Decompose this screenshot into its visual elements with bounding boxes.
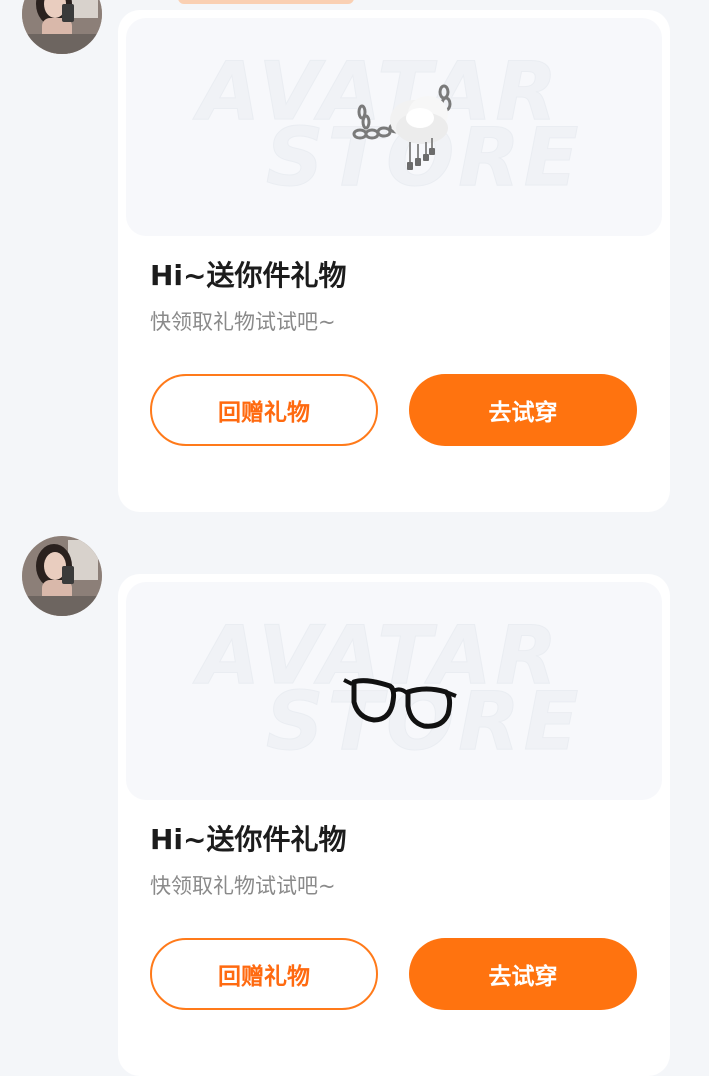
- chain-cloud-accessory-icon: [352, 84, 452, 170]
- card-title: Hi~送你件礼物: [150, 259, 347, 292]
- card-subtitle: 快领取礼物试试吧~: [150, 874, 336, 898]
- avatar[interactable]: [22, 0, 102, 54]
- previous-message-button-edge: [178, 0, 354, 4]
- black-glasses-icon: [343, 678, 457, 729]
- avatar[interactable]: [22, 536, 102, 616]
- avatar-photo: [22, 536, 102, 616]
- return-gift-button[interactable]: 回赠礼物: [150, 374, 378, 446]
- gift-preview: AVATAR STORE: [126, 582, 662, 800]
- gift-preview: AVATAR STORE: [126, 18, 662, 236]
- card-subtitle: 快领取礼物试试吧~: [150, 310, 336, 334]
- avatar-photo: [22, 0, 102, 54]
- gift-card: AVATAR STORE Hi~送你件礼物 快领取礼物试试吧~ 回赠礼物 去试穿: [118, 574, 670, 1076]
- card-title: Hi~送你件礼物: [150, 823, 347, 856]
- try-on-button[interactable]: 去试穿: [409, 374, 637, 446]
- return-gift-button[interactable]: 回赠礼物: [150, 938, 378, 1010]
- try-on-button[interactable]: 去试穿: [409, 938, 637, 1010]
- gift-card: AVATAR STORE Hi~送你件礼物 快领取礼物试试吧~ 回赠礼物 去试穿: [118, 10, 670, 512]
